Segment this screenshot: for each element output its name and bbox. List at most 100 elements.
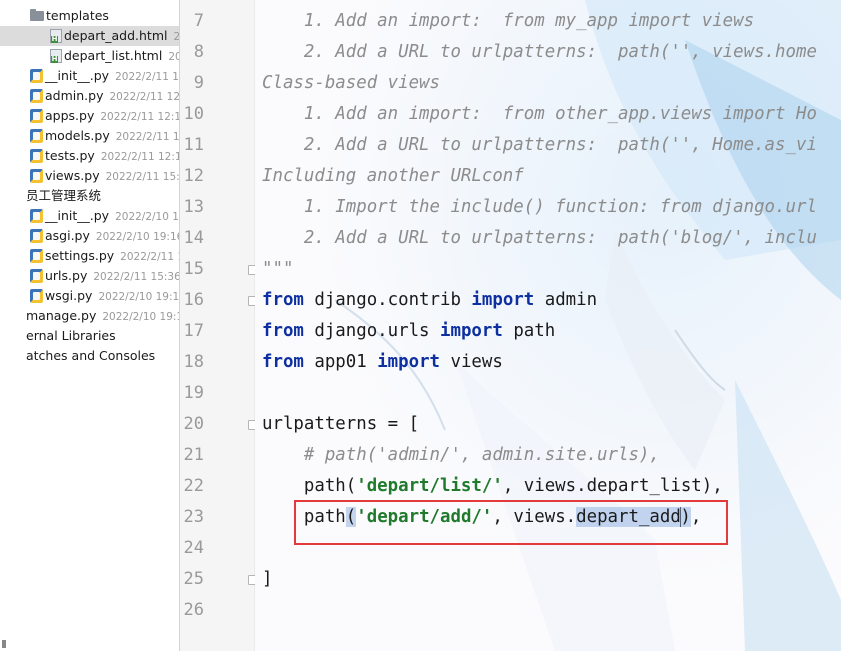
tree-item[interactable]: ernal Libraries (0, 326, 179, 346)
code-token: 1. Add an import: from other_app.views i… (262, 104, 817, 124)
code-token: from (262, 290, 304, 310)
tree-item-label: tests.py (45, 148, 95, 163)
tree-item[interactable]: wsgi.py 2022/2/10 19:16 (0, 286, 180, 306)
code-line[interactable]: """ (262, 254, 293, 285)
tree-item[interactable]: admin.py 2022/2/11 12: (0, 86, 179, 106)
code-token: 2. Add a URL to urlpatterns: path('', vi… (262, 42, 817, 62)
code-line[interactable]: urlpatterns = [ (262, 409, 419, 440)
line-number: 7 (193, 11, 204, 31)
line-number: 20 (183, 414, 204, 434)
code-token: ] (262, 569, 273, 589)
code-token: from (262, 352, 304, 372)
tree-item-timestamp: 2022/2/10 19:16 (102, 311, 179, 323)
tree-item[interactable]: 员工管理系统 (0, 186, 179, 206)
tree-item[interactable]: templates (0, 6, 179, 26)
tree-item-timestamp: 2022/2/11 14 (115, 131, 180, 143)
tree-item[interactable]: models.py 2022/2/11 14 (0, 126, 180, 146)
code-line[interactable]: 2. Add a URL to urlpatterns: path('', vi… (262, 37, 817, 68)
tree-item[interactable]: settings.py 2022/2/11 1 (0, 246, 180, 266)
code-editor[interactable]: 1. Add an import: from my_app import vie… (255, 0, 841, 651)
code-token: path( (262, 476, 357, 496)
tree-item-label: manage.py (26, 308, 97, 323)
tree-item-timestamp: 2022/2/11 15:36, (93, 271, 180, 283)
line-number: 26 (183, 600, 204, 620)
tree-item-label: apps.py (45, 108, 95, 123)
tree-item-label: urls.py (45, 268, 88, 283)
code-token: path (502, 321, 556, 341)
line-number: 23 (183, 507, 204, 527)
code-line[interactable]: Including another URLconf (262, 161, 524, 192)
line-number: 16 (183, 290, 204, 310)
python-file-icon (30, 248, 43, 263)
code-line[interactable]: from app01 import views (262, 347, 503, 378)
tree-item[interactable]: manage.py 2022/2/10 19:16 (0, 306, 179, 326)
code-line[interactable]: 1. Import the include() function: from d… (262, 192, 817, 223)
tree-item-label: wsgi.py (45, 288, 93, 303)
code-token: # path('admin/', admin.site.urls), (262, 445, 660, 465)
code-token: import (377, 352, 441, 372)
tree-item-label: admin.py (45, 88, 104, 103)
code-line[interactable]: 1. Add an import: from my_app import vie… (262, 6, 754, 37)
tree-item-timestamp: 2022/2/10 19: (115, 211, 179, 223)
tree-item-label: templates (46, 8, 109, 23)
code-token: from (262, 321, 304, 341)
python-file-icon (30, 208, 43, 223)
python-file-icon (30, 168, 43, 183)
tree-item[interactable]: urls.py 2022/2/11 15:36, (0, 266, 180, 286)
code-token: urlpatterns = [ (262, 414, 420, 434)
html-file-icon (50, 28, 62, 43)
tree-item[interactable]: depart_add.html20 (0, 26, 179, 46)
tree-item-label: 员工管理系统 (26, 188, 102, 203)
line-number: 9 (193, 73, 204, 93)
line-number: 25 (183, 569, 204, 589)
code-line[interactable]: Class-based views (262, 68, 440, 99)
code-line[interactable]: from django.urls import path (262, 316, 555, 347)
python-file-icon (30, 288, 43, 303)
code-token: """ (262, 259, 294, 279)
line-number: 11 (183, 135, 204, 155)
code-token: django.urls (303, 321, 441, 341)
tree-item[interactable]: asgi.py 2022/2/10 19:16 (0, 226, 179, 246)
line-number: 22 (183, 476, 204, 496)
tree-item[interactable]: __init__.py 2022/2/10 19: (0, 206, 179, 226)
tree-item-label: depart_list.html (64, 48, 163, 63)
code-line[interactable]: ] (262, 564, 272, 595)
line-number: 14 (183, 228, 204, 248)
python-file-icon (30, 68, 43, 83)
tree-item[interactable]: views.py 2022/2/11 15:3 (0, 166, 179, 186)
code-token: 2. Add a URL to urlpatterns: path('', Ho… (262, 135, 817, 155)
code-line[interactable]: path('depart/list/', views.depart_list), (262, 471, 723, 502)
code-token: Including another URLconf (262, 166, 524, 186)
tree-item-label: depart_add.html (64, 28, 168, 43)
python-file-icon (30, 128, 43, 143)
tree-item-label: __init__.py (45, 68, 110, 83)
tree-item-label: __init__.py (45, 208, 110, 223)
tree-item[interactable]: apps.py 2022/2/11 12:1 (0, 106, 180, 126)
code-line[interactable]: 2. Add a URL to urlpatterns: path('blog/… (262, 223, 817, 254)
python-file-icon (30, 268, 43, 283)
scroll-edge-marker (2, 640, 6, 648)
tree-item-timestamp: 2022/2/11 1 (120, 251, 180, 263)
code-line[interactable]: 1. Add an import: from other_app.views i… (262, 99, 817, 130)
project-tree: templatesdepart_add.html20depart_list.ht… (0, 0, 180, 651)
tree-item-timestamp: 2022/2/11 12:1 (100, 111, 180, 123)
tree-item[interactable]: depart_list.html 20 (0, 46, 179, 66)
line-number: 15 (183, 259, 204, 279)
code-line[interactable]: # path('admin/', admin.site.urls), (262, 440, 660, 471)
code-line[interactable]: 2. Add a URL to urlpatterns: path('', Ho… (262, 130, 817, 161)
code-token: 2. Add a URL to urlpatterns: path('blog/… (262, 228, 817, 248)
tree-item[interactable]: atches and Consoles (0, 346, 179, 366)
line-number: 17 (183, 321, 204, 341)
tree-item[interactable]: tests.py 2022/2/11 12:19 (0, 146, 179, 166)
tree-item-label: atches and Consoles (26, 348, 156, 363)
line-number-gutter: 7 8 9 10 11 12 13 14 15 16 17 18 19 20 21 22 23 24 25 26 (180, 0, 257, 651)
python-file-icon (30, 88, 43, 103)
line-number: 10 (183, 104, 204, 124)
line-number: 24 (183, 538, 204, 558)
tree-item[interactable]: __init__.py 2022/2/11 12: (0, 66, 179, 86)
tree-item-timestamp: 2022/2/11 12: (115, 71, 179, 83)
tree-item-label: ernal Libraries (26, 328, 116, 343)
code-line[interactable]: from django.contrib import admin (262, 285, 597, 316)
code-token: 1. Add an import: from my_app import vie… (262, 11, 755, 31)
tree-item-timestamp: 2022/2/10 19:16 (98, 291, 180, 303)
